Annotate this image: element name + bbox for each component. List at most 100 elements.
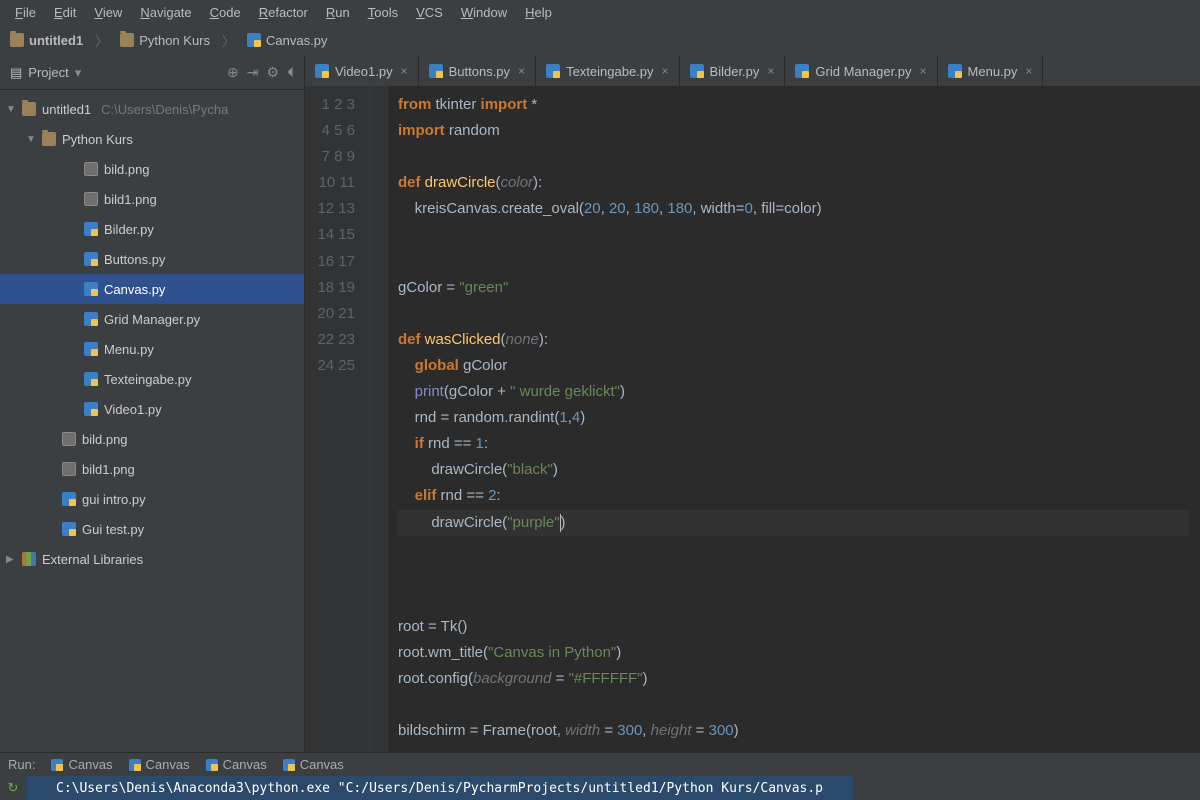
line-gutter: 1 2 3 4 5 6 7 8 9 10 11 12 13 14 15 16 1… (305, 86, 370, 752)
py-icon (206, 759, 218, 771)
menu-tools[interactable]: Tools (359, 5, 407, 20)
expand-arrow[interactable]: ▼ (6, 104, 16, 115)
target-icon[interactable]: ⊕ (227, 64, 239, 81)
dropdown-icon[interactable]: ▾ (75, 65, 82, 81)
tab-label: Buttons.py (449, 64, 510, 79)
tree-label: Video1.py (104, 402, 162, 417)
editor-area: Video1.py×Buttons.py×Texteingabe.py×Bild… (305, 56, 1200, 752)
sidebar-title: Project (28, 65, 68, 80)
collapse-icon[interactable]: ⏴ (287, 64, 294, 81)
tree-item-bild-png[interactable]: bild.png (0, 424, 304, 454)
menu-edit[interactable]: Edit (45, 5, 85, 20)
menu-refactor[interactable]: Refactor (250, 5, 317, 20)
menubar: FileEditViewNavigateCodeRefactorRunTools… (0, 0, 1200, 24)
breadcrumb-item[interactable]: untitled1 (10, 33, 83, 48)
tree-label: Menu.py (104, 342, 154, 357)
tree-item-grid-manager-py[interactable]: Grid Manager.py (0, 304, 304, 334)
tree-item-external-libraries[interactable]: ▶ External Libraries (0, 544, 304, 574)
tree-item-gui-test-py[interactable]: Gui test.py (0, 514, 304, 544)
tree-label: bild1.png (82, 462, 135, 477)
editor-tab-video1-py[interactable]: Video1.py × (305, 56, 419, 86)
editor-tab-buttons-py[interactable]: Buttons.py × (419, 56, 536, 86)
tab-label: Bilder.py (710, 64, 760, 79)
expand-arrow[interactable]: ▶ (6, 554, 16, 565)
menu-view[interactable]: View (85, 5, 131, 20)
tree-item-gui-intro-py[interactable]: gui intro.py (0, 484, 304, 514)
tree-item-bild1-png[interactable]: bild1.png (0, 454, 304, 484)
close-icon[interactable]: × (767, 64, 774, 78)
py-icon (62, 522, 76, 536)
close-icon[interactable]: × (401, 64, 408, 78)
run-tab[interactable]: Canvas (206, 757, 267, 772)
tree-item-buttons-py[interactable]: Buttons.py (0, 244, 304, 274)
rerun-icon[interactable]: ↻ (0, 776, 26, 800)
img-icon (84, 162, 98, 176)
breadcrumb-label: Canvas.py (266, 33, 327, 48)
py-icon (84, 372, 98, 386)
tab-label: Video1.py (335, 64, 393, 79)
menu-code[interactable]: Code (201, 5, 250, 20)
run-tab[interactable]: Canvas (129, 757, 190, 772)
tree-label: Gui test.py (82, 522, 144, 537)
tree-item-canvas-py[interactable]: Canvas.py (0, 274, 304, 304)
console-output: C:\Users\Denis\Anaconda3\python.exe "C:/… (26, 776, 853, 800)
tab-label: Menu.py (968, 64, 1018, 79)
tree-item-video1-py[interactable]: Video1.py (0, 394, 304, 424)
menu-vcs[interactable]: VCS (407, 5, 452, 20)
editor-tab-menu-py[interactable]: Menu.py × (938, 56, 1044, 86)
tree-item-bild1-png[interactable]: bild1.png (0, 184, 304, 214)
menu-navigate[interactable]: Navigate (131, 5, 200, 20)
tree-label: bild.png (104, 162, 150, 177)
py-icon (129, 759, 141, 771)
menu-help[interactable]: Help (516, 5, 561, 20)
code-editor[interactable]: 1 2 3 4 5 6 7 8 9 10 11 12 13 14 15 16 1… (305, 86, 1200, 752)
tree-label: bild1.png (104, 192, 157, 207)
menu-file[interactable]: File (6, 5, 45, 20)
tree-item-untitled1[interactable]: ▼untitled1C:\Users\Denis\Pycha (0, 94, 304, 124)
breadcrumb: untitled1〉Python Kurs〉Canvas.py (0, 24, 1200, 56)
editor-tab-grid-manager-py[interactable]: Grid Manager.py× (785, 56, 937, 86)
expand-arrow[interactable]: ▼ (26, 134, 36, 145)
folder-icon (22, 102, 36, 116)
tree-item-bilder-py[interactable]: Bilder.py (0, 214, 304, 244)
tree-label: gui intro.py (82, 492, 146, 507)
run-tab[interactable]: Canvas (51, 757, 112, 772)
py-icon (62, 492, 76, 506)
tree-item-menu-py[interactable]: Menu.py (0, 334, 304, 364)
sidebar-header: ▤ Project ▾ ⊕ ⇥ ⚙ ⏴ (0, 56, 304, 90)
run-tab[interactable]: Canvas (283, 757, 344, 772)
img-icon (84, 192, 98, 206)
project-tool-icon[interactable]: ▤ (10, 65, 22, 81)
editor-tabs: Video1.py×Buttons.py×Texteingabe.py×Bild… (305, 56, 1200, 86)
editor-tab-bilder-py[interactable]: Bilder.py × (680, 56, 786, 86)
py-icon (795, 64, 809, 78)
py-icon (84, 402, 98, 416)
run-label: Run: (8, 757, 35, 772)
img-icon (62, 462, 76, 476)
tree-label: Buttons.py (104, 252, 165, 267)
py-icon (315, 64, 329, 78)
close-icon[interactable]: × (1025, 64, 1032, 78)
py-icon (283, 759, 295, 771)
tree-label: External Libraries (42, 552, 143, 567)
menu-run[interactable]: Run (317, 5, 359, 20)
code-content[interactable]: from tkinter import * import random def … (388, 86, 1200, 752)
py-icon (84, 342, 98, 356)
py-icon (51, 759, 63, 771)
tree-item-python-kurs[interactable]: ▼Python Kurs (0, 124, 304, 154)
tree-label: untitled1 (42, 102, 91, 117)
close-icon[interactable]: × (518, 64, 525, 78)
run-bar: Run: Canvas Canvas Canvas Canvas (0, 752, 1200, 776)
tree-item-bild-png[interactable]: bild.png (0, 154, 304, 184)
autoscroll-icon[interactable]: ⇥ (247, 64, 259, 81)
editor-tab-texteingabe-py[interactable]: Texteingabe.py× (536, 56, 679, 86)
close-icon[interactable]: × (920, 64, 927, 78)
menu-window[interactable]: Window (452, 5, 516, 20)
folder-icon (42, 132, 56, 146)
tree-label: Texteingabe.py (104, 372, 191, 387)
breadcrumb-item[interactable]: Canvas.py (247, 33, 327, 48)
close-icon[interactable]: × (662, 64, 669, 78)
tree-item-texteingabe-py[interactable]: Texteingabe.py (0, 364, 304, 394)
gear-icon[interactable]: ⚙ (266, 64, 279, 81)
breadcrumb-item[interactable]: Python Kurs (120, 33, 210, 48)
